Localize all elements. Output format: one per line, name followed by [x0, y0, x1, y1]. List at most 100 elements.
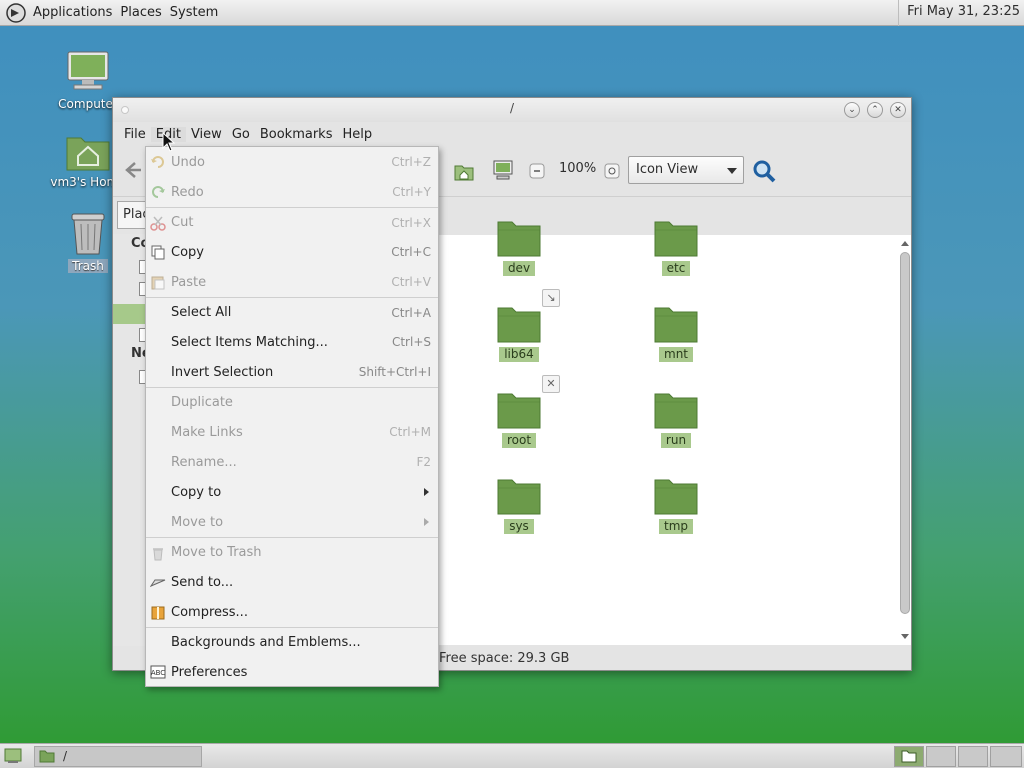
- menu-item-label: Invert Selection: [171, 364, 274, 380]
- system-menu[interactable]: System: [166, 5, 222, 20]
- computer-icon[interactable]: [491, 158, 515, 182]
- menu-item-rename[interactable]: Rename... F2: [146, 447, 438, 477]
- folder-item[interactable]: mnt: [626, 304, 726, 362]
- archive-icon: [150, 604, 166, 620]
- menu-item-move-to-trash[interactable]: Move to Trash: [146, 537, 438, 567]
- menu-file[interactable]: File: [119, 127, 151, 142]
- workspace-3[interactable]: [958, 746, 988, 767]
- trash-icon: [71, 213, 105, 255]
- places-menu[interactable]: Places: [116, 5, 165, 20]
- copy-icon: [150, 244, 166, 260]
- menu-item-label: Backgrounds and Emblems...: [171, 635, 361, 650]
- folder-icon: [497, 393, 541, 429]
- paste-icon: [150, 274, 166, 290]
- menu-item-copy[interactable]: Copy Ctrl+C: [146, 237, 438, 267]
- status-bar: Free space: 29.3 GB: [431, 648, 911, 670]
- menu-go[interactable]: Go: [227, 127, 255, 142]
- menu-item-select-all[interactable]: Select All Ctrl+A: [146, 297, 438, 327]
- menu-item-move-to[interactable]: Move to: [146, 507, 438, 537]
- scrollbar-thumb[interactable]: [900, 252, 910, 614]
- back-icon[interactable]: [121, 158, 145, 182]
- folder-item[interactable]: root ✕: [469, 375, 569, 448]
- bottom-panel: /: [0, 743, 1024, 768]
- folder-icon: [497, 307, 541, 343]
- menubar: File Edit View Go Bookmarks Help: [113, 122, 911, 146]
- symlink-emblem-icon: ↘: [542, 289, 560, 307]
- redo-icon: [150, 184, 166, 200]
- free-space-status: Free space: 29.3 GB: [439, 651, 570, 666]
- minimize-button[interactable]: ⌄: [844, 102, 860, 118]
- show-desktop-icon[interactable]: [4, 748, 22, 764]
- folder-item[interactable]: dev: [469, 218, 569, 276]
- folder-icon: [39, 750, 55, 763]
- computer-icon: [67, 51, 109, 90]
- menu-item-copy-to[interactable]: Copy to: [146, 477, 438, 507]
- applications-menu[interactable]: Applications: [29, 5, 116, 20]
- mouse-cursor-icon: [162, 132, 176, 152]
- window-titlebar[interactable]: / ⌄ ⌃ ✕: [113, 98, 911, 122]
- taskbar-item-label: /: [63, 749, 68, 763]
- menu-item-duplicate[interactable]: Duplicate: [146, 387, 438, 417]
- zoom-out-icon[interactable]: [529, 163, 545, 179]
- chevron-right-icon: [424, 488, 429, 496]
- menu-item-select-items-matching[interactable]: Select Items Matching... Ctrl+S: [146, 327, 438, 357]
- folder-item[interactable]: sys: [469, 476, 569, 534]
- cut-icon: [150, 215, 166, 231]
- close-button[interactable]: ✕: [890, 102, 906, 118]
- folder-view[interactable]: bootdevetclib↘lib64↘mntprocroot✕runsrvsy…: [340, 221, 911, 645]
- home-folder-icon: [66, 137, 110, 171]
- menu-item-undo[interactable]: Undo Ctrl+Z: [146, 147, 438, 177]
- send-icon: [149, 574, 166, 590]
- menu-item-invert-selection[interactable]: Invert Selection Shift+Ctrl+I: [146, 357, 438, 387]
- menu-item-send-to[interactable]: Send to...: [146, 567, 438, 597]
- menu-item-label: Copy: [171, 244, 204, 260]
- clock[interactable]: Fri May 31, 23:25: [898, 0, 1020, 26]
- maximize-button[interactable]: ⌃: [867, 102, 883, 118]
- menu-item-label: Move to: [171, 514, 224, 530]
- menu-item-shortcut: Shift+Ctrl+I: [358, 365, 431, 379]
- menu-item-shortcut: Ctrl+Z: [391, 155, 431, 169]
- chevron-right-icon: [424, 518, 429, 526]
- menu-item-shortcut: Ctrl+M: [389, 425, 431, 439]
- menu-item-backgrounds-and-emblems[interactable]: Backgrounds and Emblems...: [146, 627, 438, 657]
- zoom-reset-icon[interactable]: [604, 163, 620, 179]
- menu-item-cut[interactable]: Cut Ctrl+X: [146, 207, 438, 237]
- vertical-scrollbar[interactable]: [899, 238, 911, 644]
- folder-item[interactable]: lib64 ↘: [469, 289, 569, 362]
- menu-help[interactable]: Help: [337, 127, 377, 142]
- menu-item-label: Duplicate: [171, 395, 233, 410]
- folder-item[interactable]: tmp: [626, 476, 726, 534]
- home-icon[interactable]: [453, 160, 475, 182]
- undo-icon: [150, 154, 166, 170]
- trash-icon: [150, 545, 166, 561]
- view-mode-value: Icon View: [636, 162, 699, 177]
- workspace-4[interactable]: [990, 746, 1022, 767]
- menu-item-shortcut: Ctrl+Y: [392, 185, 431, 199]
- distro-logo-icon[interactable]: [6, 2, 26, 23]
- view-mode-select[interactable]: Icon View: [628, 156, 744, 184]
- menu-item-preferences[interactable]: ABC Preferences: [146, 657, 438, 687]
- folder-item[interactable]: etc: [626, 218, 726, 276]
- menu-item-label: Redo: [171, 184, 204, 200]
- taskbar-item-file-manager[interactable]: /: [34, 746, 202, 767]
- workspace-2[interactable]: [926, 746, 956, 767]
- menu-bookmarks[interactable]: Bookmarks: [255, 127, 338, 142]
- menu-item-make-links[interactable]: Make Links Ctrl+M: [146, 417, 438, 447]
- menu-item-redo[interactable]: Redo Ctrl+Y: [146, 177, 438, 207]
- scroll-up-icon[interactable]: [901, 241, 909, 246]
- scroll-down-icon[interactable]: [901, 634, 909, 639]
- menu-view[interactable]: View: [186, 127, 227, 142]
- menu-item-shortcut: Ctrl+A: [391, 305, 431, 320]
- desktop-icon-label: Computer: [58, 97, 118, 111]
- menu-item-paste[interactable]: Paste Ctrl+V: [146, 267, 438, 297]
- menu-item-compress[interactable]: Compress...: [146, 597, 438, 627]
- folder-icon: [654, 307, 698, 343]
- menu-item-label: Undo: [171, 154, 205, 170]
- folder-item[interactable]: run: [626, 390, 726, 448]
- menu-item-label: Make Links: [171, 424, 243, 440]
- folder-label: lib64: [499, 347, 539, 362]
- workspace-1[interactable]: [894, 746, 924, 767]
- folder-icon: [497, 221, 541, 257]
- search-icon[interactable]: [751, 158, 777, 184]
- menu-item-label: Select Items Matching...: [171, 334, 328, 350]
